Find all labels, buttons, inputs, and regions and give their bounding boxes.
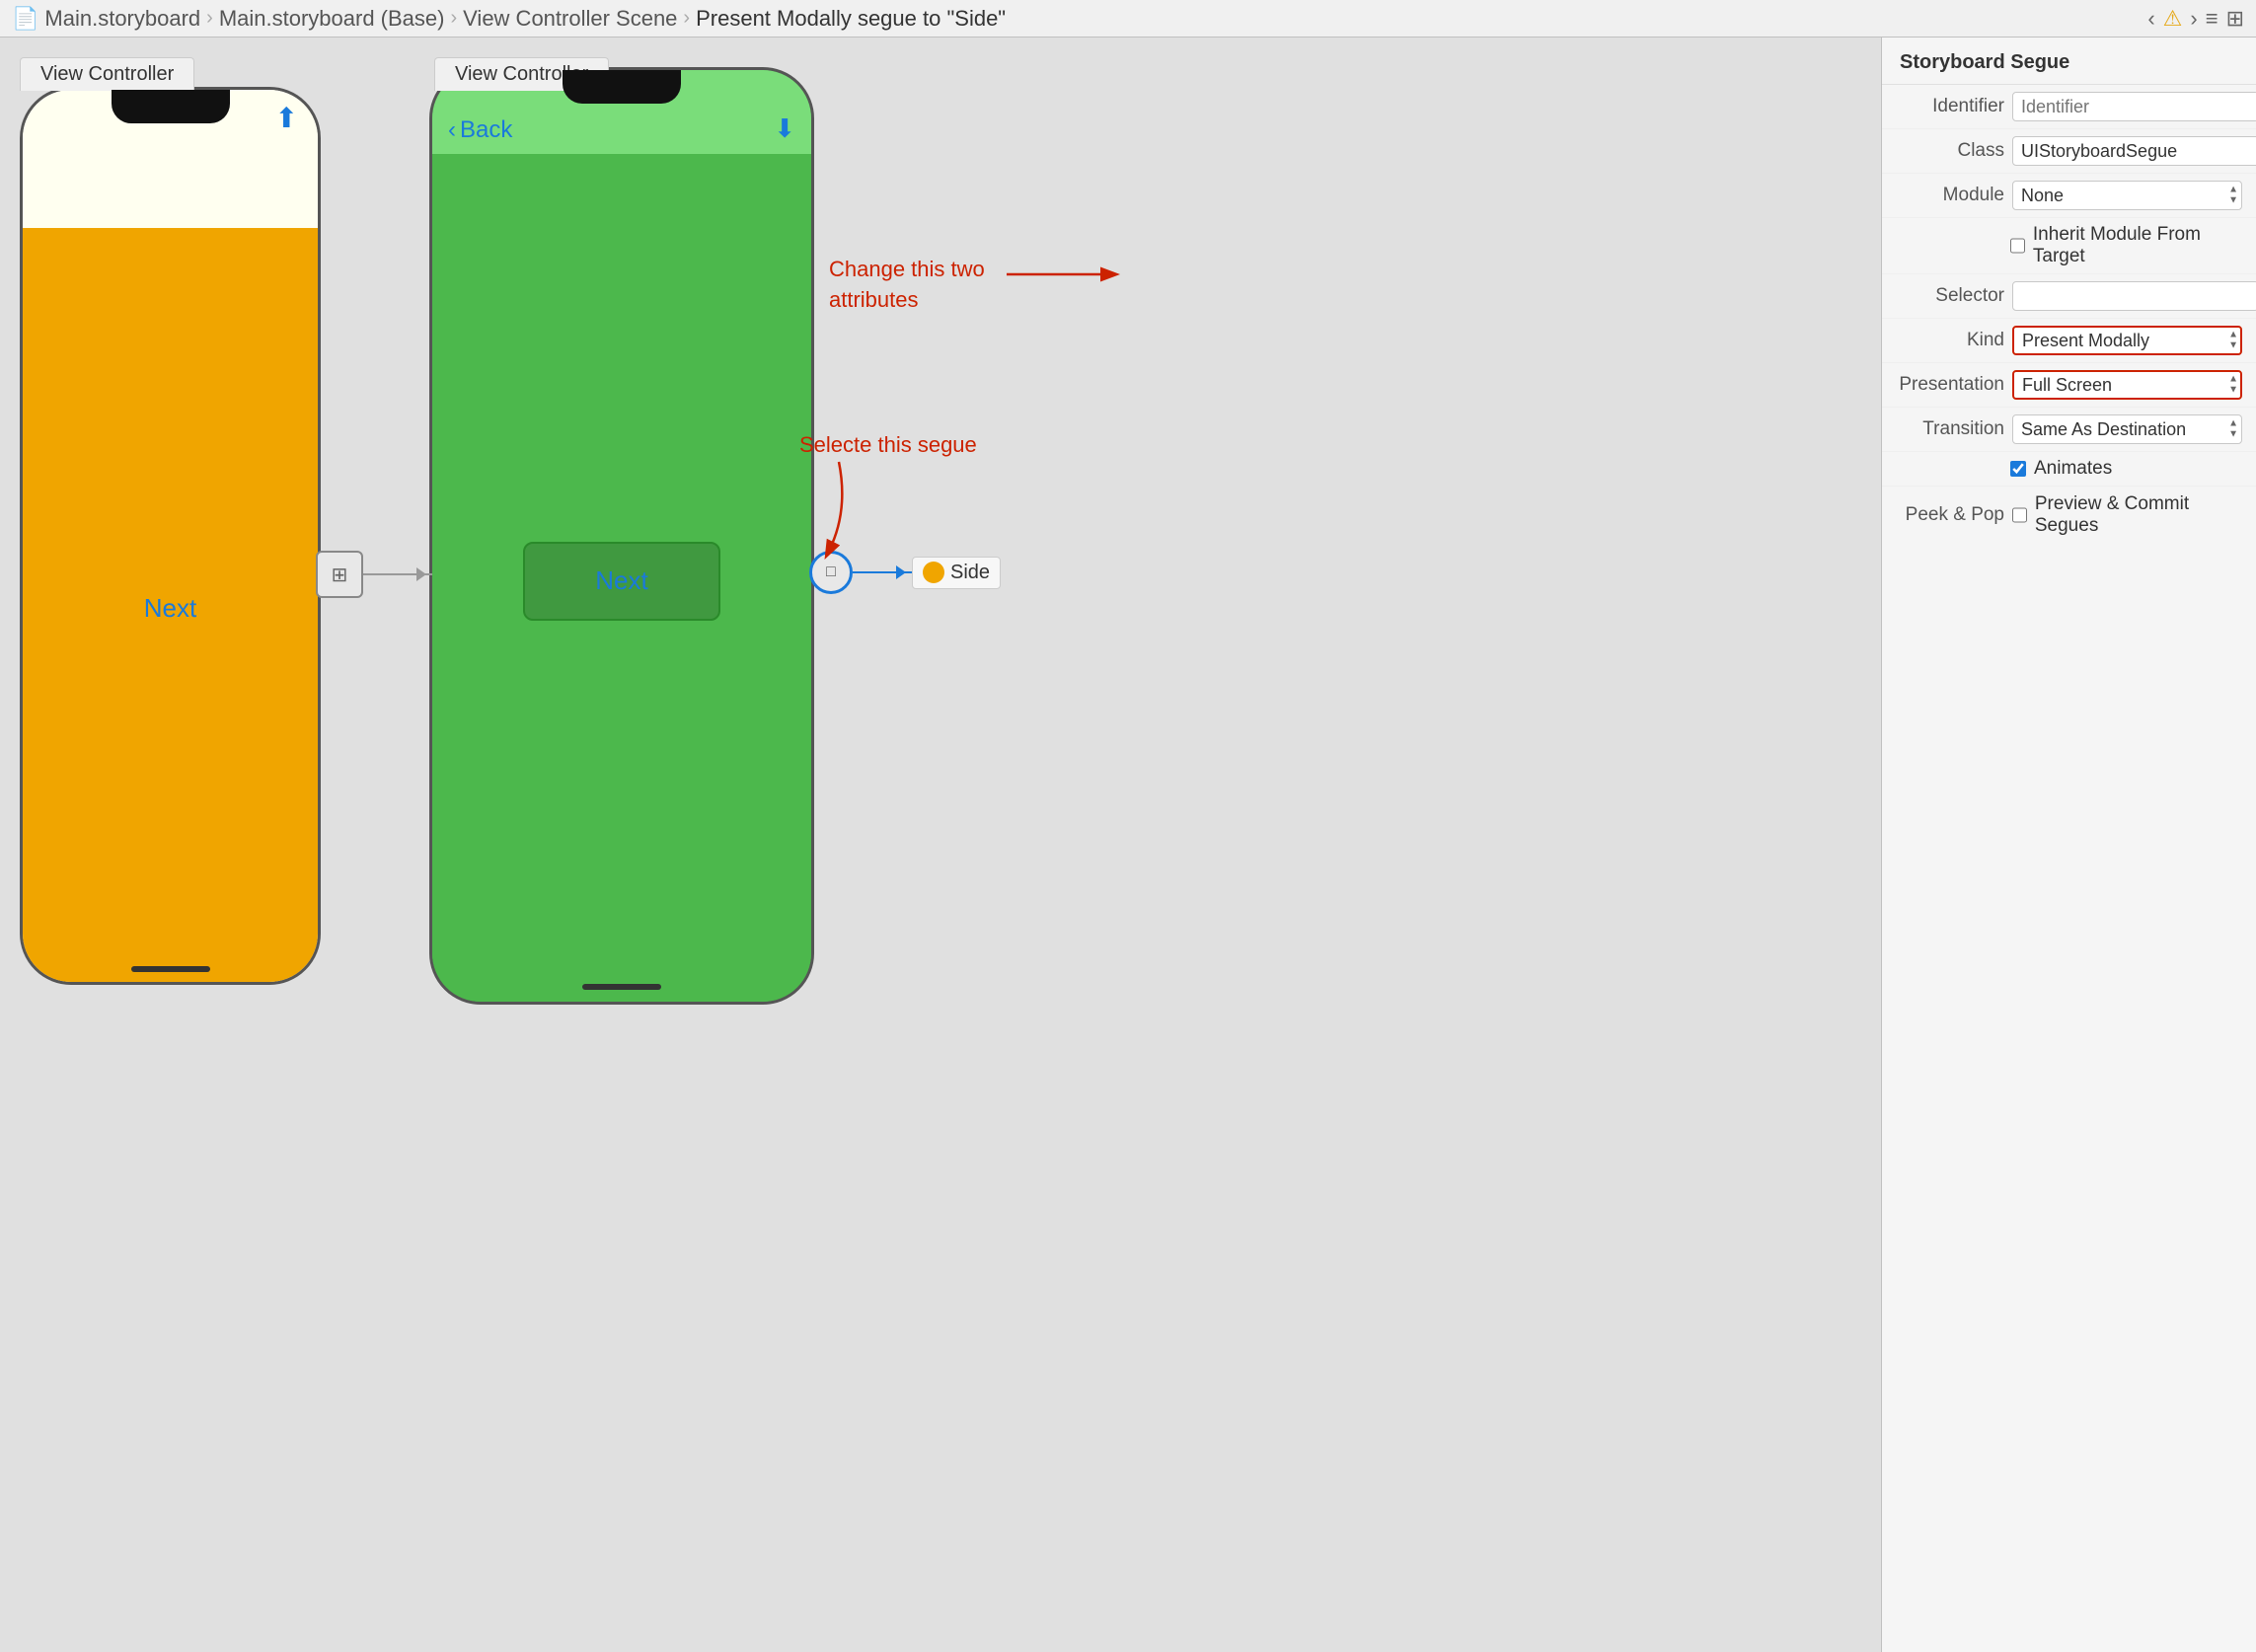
class-input[interactable] — [2012, 136, 2256, 166]
presentation-label: Presentation — [1896, 374, 2004, 396]
peek-pop-row: Peek & Pop Preview & Commit Segues — [1882, 487, 2256, 544]
chevron-left-icon: ‹ — [448, 116, 456, 144]
warning-icon[interactable]: ⚠ — [2163, 6, 2183, 32]
selector-input[interactable] — [2012, 281, 2256, 311]
module-row: Module None ▲▼ — [1882, 174, 2256, 218]
phone-right-home — [582, 984, 661, 990]
toolbar-icons: ‹ ⚠ › ≡ ⊞ — [2147, 6, 2244, 32]
identifier-row: Identifier — [1882, 85, 2256, 129]
peek-label: Peek & Pop — [1896, 504, 2004, 526]
presentation-row: Presentation Full Screen ▲▼ — [1882, 363, 2256, 408]
kind-select-wrapper: Present Modally ▲▼ — [2012, 326, 2242, 355]
breadcrumb-vc-scene[interactable]: View Controller Scene — [463, 6, 677, 32]
module-select[interactable]: None — [2012, 181, 2242, 210]
phone-right: ‹ Back ⬇ Next — [429, 67, 814, 1005]
breadcrumb-sep-1: › — [206, 7, 213, 30]
identifier-input[interactable] — [2012, 92, 2256, 121]
segue-box-icon: ⊞ — [316, 551, 363, 598]
transition-select[interactable]: Same As Destination — [2012, 414, 2242, 444]
forward-arrow-icon[interactable]: › — [2190, 6, 2197, 32]
kind-select[interactable]: Present Modally — [2012, 326, 2242, 355]
grid-icon[interactable]: ⊞ — [2226, 6, 2244, 32]
breadcrumb-sep-2: › — [450, 7, 457, 30]
presentation-select-wrapper: Full Screen ▲▼ — [2012, 370, 2242, 400]
back-button[interactable]: ‹ Back — [448, 116, 512, 144]
arrow-line-lr — [363, 573, 432, 575]
share-icon[interactable]: ⬆ — [275, 102, 298, 134]
breadcrumb-segue[interactable]: Present Modally segue to "Side" — [696, 6, 1006, 32]
peek-pop-checkbox-label: Preview & Commit Segues — [2035, 493, 2242, 537]
panel-title: Storyboard Segue — [1882, 38, 2256, 85]
next-button-right[interactable]: Next — [523, 542, 720, 621]
class-label: Class — [1896, 140, 2004, 162]
transition-label: Transition — [1896, 418, 2004, 440]
annotation-change-attributes: Change this two attributes — [829, 255, 985, 316]
kind-label: Kind — [1896, 330, 2004, 351]
next-text-left: Next — [144, 593, 196, 624]
animates-label: Animates — [2034, 458, 2112, 480]
phone-left-notch — [112, 90, 230, 123]
top-bar: 📄 Main.storyboard › Main.storyboard (Bas… — [0, 0, 2256, 38]
back-arrow-icon[interactable]: ‹ — [2147, 6, 2154, 32]
phone-left-home — [131, 966, 210, 972]
breadcrumb-storyboard-icon: 📄 — [12, 6, 38, 32]
module-label: Module — [1896, 185, 2004, 206]
transition-select-wrapper: Same As Destination ▲▼ — [2012, 414, 2242, 444]
list-icon[interactable]: ≡ — [2206, 6, 2218, 32]
vc-left-container: View Controller — [20, 57, 194, 91]
transition-row: Transition Same As Destination ▲▼ — [1882, 408, 2256, 452]
main-layout: View Controller View Controller ⬆ Next — [0, 38, 2256, 1652]
breadcrumb-main-storyboard-base[interactable]: Main.storyboard (Base) — [219, 6, 445, 32]
phone-right-body: Next — [432, 154, 811, 1005]
animates-checkbox[interactable] — [2010, 461, 2026, 477]
peek-pop-checkbox[interactable] — [2012, 507, 2027, 523]
module-select-wrapper: None ▲▼ — [2012, 181, 2242, 210]
phone-right-notch — [563, 70, 681, 104]
annotation-select-segue: Selecte this segue — [799, 432, 977, 458]
canvas-area: View Controller View Controller ⬆ Next — [0, 38, 1881, 1652]
class-row: Class ☆ › — [1882, 129, 2256, 174]
animates-row: Animates — [1882, 452, 2256, 487]
identifier-label: Identifier — [1896, 96, 2004, 117]
annotation-arrow-2 — [819, 462, 868, 561]
inherit-module-row: Inherit Module From Target — [1882, 218, 2256, 274]
breadcrumb-sep-3: › — [683, 7, 690, 30]
download-icon[interactable]: ⬇ — [774, 113, 795, 144]
segue-line — [853, 571, 912, 573]
annotation-arrow-1 — [1007, 264, 1125, 324]
vc-left-label: View Controller — [20, 57, 194, 91]
selector-row: Selector — [1882, 274, 2256, 319]
inherit-module-checkbox[interactable] — [2010, 238, 2025, 254]
arrow-left-to-right: ⊞ — [316, 551, 432, 598]
side-icon — [923, 562, 944, 583]
selector-label: Selector — [1896, 285, 2004, 307]
kind-row: Kind Present Modally ▲▼ — [1882, 319, 2256, 363]
inherit-module-label: Inherit Module From Target — [2033, 224, 2242, 267]
presentation-select[interactable]: Full Screen — [2012, 370, 2242, 400]
phone-left: ⬆ Next — [20, 87, 321, 985]
breadcrumb-main-storyboard[interactable]: Main.storyboard — [44, 6, 200, 32]
phone-left-body: Next — [23, 228, 318, 985]
side-label-box: Side — [912, 557, 1001, 589]
right-panel: Storyboard Segue Identifier Class ☆ › Mo… — [1881, 38, 2256, 1652]
class-input-wrapper: ☆ › — [2012, 136, 2256, 166]
